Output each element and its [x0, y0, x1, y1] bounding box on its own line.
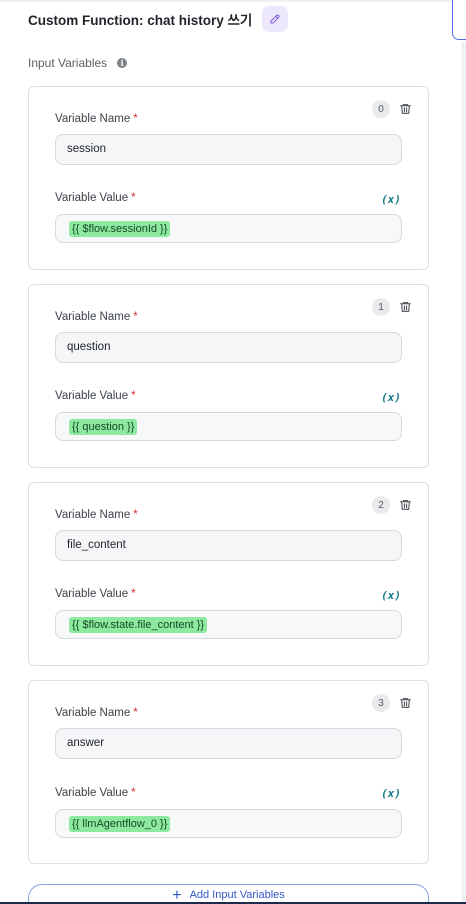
- variable-name-input[interactable]: question: [55, 332, 402, 363]
- variable-card-2: 2 Variable Name * file_content Variable V…: [28, 482, 429, 666]
- delete-variable-button[interactable]: [396, 298, 414, 316]
- plus-icon: +: [172, 887, 182, 904]
- required-marker: *: [133, 311, 138, 323]
- delete-variable-button[interactable]: [396, 496, 414, 514]
- edit-title-button[interactable]: [262, 6, 289, 32]
- variable-index-badge: 0: [372, 100, 390, 118]
- variable-value-chip: {{ llmAgentflow_0 }}: [69, 815, 171, 832]
- info-icon[interactable]: i: [117, 58, 128, 68]
- insert-variable-icon[interactable]: (x): [381, 391, 401, 404]
- pencil-icon: [270, 14, 280, 24]
- variable-value-label: Variable Value *: [55, 588, 136, 600]
- required-marker: *: [131, 588, 136, 600]
- variable-card-0: 0 Variable Name * session Variable Value *…: [28, 86, 429, 270]
- variable-value-chip: {{ question }}: [69, 418, 138, 435]
- variable-value-input[interactable]: {{ $flow.sessionId }}: [55, 214, 402, 243]
- variable-name-label: Variable Name *: [55, 113, 138, 125]
- required-marker: *: [133, 707, 138, 719]
- required-marker: *: [133, 113, 138, 125]
- delete-variable-button[interactable]: [396, 694, 414, 712]
- variable-value-chip: {{ $flow.state.file_content }}: [69, 616, 208, 633]
- variable-card-1: 1 Variable Name * question Variable Value…: [28, 284, 429, 468]
- variable-name-label: Variable Name *: [55, 707, 138, 719]
- required-marker: *: [133, 509, 138, 521]
- insert-variable-icon[interactable]: (x): [381, 589, 401, 602]
- variable-index-badge: 3: [372, 694, 390, 712]
- variable-name-input[interactable]: session: [55, 134, 402, 165]
- scrollbar-track[interactable]: [462, 42, 466, 904]
- delete-variable-button[interactable]: [396, 100, 414, 118]
- variable-value-input[interactable]: {{ llmAgentflow_0 }}: [55, 809, 402, 838]
- input-variables-heading: Input Variables i: [28, 56, 128, 70]
- trash-icon: [399, 104, 411, 114]
- custom-function-panel: Custom Function: chat history 쓰기 Input V…: [0, 0, 466, 904]
- trash-icon: [399, 500, 411, 510]
- variable-value-input[interactable]: {{ $flow.state.file_content }}: [55, 610, 402, 639]
- add-input-variables-label: Add Input Variables: [189, 889, 285, 901]
- required-marker: *: [131, 787, 136, 799]
- variable-value-label: Variable Value *: [55, 192, 136, 204]
- variable-index-badge: 2: [372, 496, 390, 514]
- insert-variable-icon[interactable]: (x): [381, 787, 401, 800]
- required-marker: *: [131, 390, 136, 402]
- trash-icon: [399, 698, 411, 708]
- variable-name-label: Variable Name *: [55, 509, 138, 521]
- insert-variable-icon[interactable]: (x): [381, 193, 401, 206]
- side-panel-tab[interactable]: [452, 0, 466, 40]
- top-border: [0, 0, 452, 2]
- variable-name-input[interactable]: file_content: [55, 530, 402, 561]
- variable-card-3: 3 Variable Name * answer Variable Value * …: [28, 680, 429, 864]
- variable-name-input[interactable]: answer: [55, 728, 402, 759]
- required-marker: *: [131, 192, 136, 204]
- variable-value-input[interactable]: {{ question }}: [55, 412, 402, 441]
- variable-value-chip: {{ $flow.sessionId }}: [69, 220, 171, 237]
- trash-icon: [399, 302, 411, 312]
- variable-value-label: Variable Value *: [55, 787, 136, 799]
- section-title: Input Variables: [28, 56, 108, 70]
- page-title: Custom Function: chat history 쓰기: [28, 13, 253, 28]
- variable-index-badge: 1: [372, 298, 390, 316]
- panel-header: Custom Function: chat history 쓰기: [28, 5, 289, 33]
- variable-name-label: Variable Name *: [55, 311, 138, 323]
- variable-value-label: Variable Value *: [55, 390, 136, 402]
- add-input-variables-button[interactable]: + Add Input Variables: [28, 884, 429, 904]
